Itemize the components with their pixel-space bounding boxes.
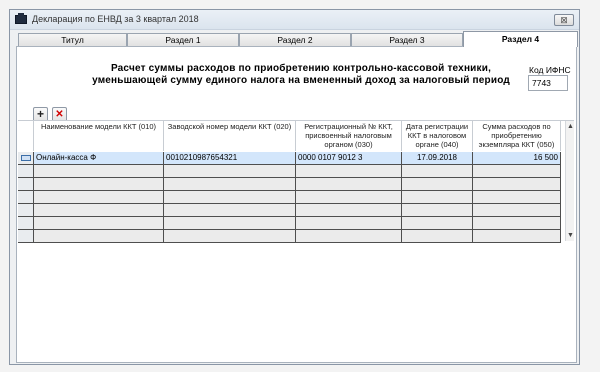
empty-cell[interactable] bbox=[296, 178, 402, 190]
table-header: Наименование модели ККТ (010) Заводской … bbox=[18, 121, 561, 151]
empty-row[interactable] bbox=[18, 230, 561, 243]
row-indicator[interactable] bbox=[18, 152, 34, 164]
empty-cell[interactable] bbox=[473, 165, 561, 177]
empty-cell[interactable] bbox=[34, 217, 164, 229]
app-icon bbox=[15, 13, 27, 24]
row-indicator[interactable] bbox=[18, 204, 34, 216]
empty-cell[interactable] bbox=[402, 178, 473, 190]
empty-cell[interactable] bbox=[473, 217, 561, 229]
empty-cell[interactable] bbox=[34, 230, 164, 242]
header-registration-date: Дата регистрации ККТ в налоговом органе … bbox=[402, 121, 473, 151]
empty-cell[interactable] bbox=[34, 165, 164, 177]
row-indicator[interactable] bbox=[18, 191, 34, 203]
header-serial-number: Заводской номер модели ККТ (020) bbox=[164, 121, 296, 151]
empty-cell[interactable] bbox=[296, 204, 402, 216]
header-indicator bbox=[18, 121, 34, 151]
tab-section-4[interactable]: Раздел 4 bbox=[463, 31, 578, 47]
section-heading: Расчет суммы расходов по приобретению ко… bbox=[71, 63, 531, 87]
row-indicator[interactable] bbox=[18, 217, 34, 229]
ifns-code-label: Код ИФНС bbox=[529, 65, 571, 75]
tab-section-3[interactable]: Раздел 3 bbox=[351, 33, 463, 46]
empty-cell[interactable] bbox=[473, 230, 561, 242]
empty-row[interactable] bbox=[18, 217, 561, 230]
empty-cell[interactable] bbox=[296, 217, 402, 229]
tab-section-1[interactable]: Раздел 1 bbox=[127, 33, 239, 46]
scroll-up-arrow-icon[interactable]: ▲ bbox=[566, 122, 575, 131]
tab-strip: Титул Раздел 1 Раздел 2 Раздел 3 Раздел … bbox=[16, 31, 579, 47]
cell-registration-date[interactable]: 17.09.2018 bbox=[402, 152, 473, 164]
tab-section-2[interactable]: Раздел 2 bbox=[239, 33, 351, 46]
cell-registration-number[interactable]: 0000 0107 9012 3 bbox=[296, 152, 402, 164]
empty-cell[interactable] bbox=[402, 204, 473, 216]
empty-cell[interactable] bbox=[402, 217, 473, 229]
empty-cell[interactable] bbox=[473, 191, 561, 203]
empty-cell[interactable] bbox=[34, 204, 164, 216]
vertical-scrollbar[interactable]: ▲ ▼ bbox=[565, 121, 574, 241]
heading-line-1: Расчет суммы расходов по приобретению ко… bbox=[110, 63, 492, 74]
heading-line-2: уменьшающей сумму единого налога на вмен… bbox=[92, 75, 510, 86]
header-expense-amount: Сумма расходов по приобретению экземпляр… bbox=[473, 121, 561, 151]
cell-model-name[interactable]: Онлайн-касса Ф bbox=[34, 152, 164, 164]
empty-cell[interactable] bbox=[164, 230, 296, 242]
empty-cell[interactable] bbox=[164, 217, 296, 229]
empty-cell[interactable] bbox=[296, 191, 402, 203]
title-bar: Декларация по ЕНВД за 3 квартал 2018 ⊠ bbox=[10, 10, 579, 30]
scroll-down-arrow-icon[interactable]: ▼ bbox=[566, 231, 575, 240]
ifns-code-field[interactable]: 7743 bbox=[528, 75, 568, 91]
kkt-table: Наименование модели ККТ (010) Заводской … bbox=[18, 120, 574, 243]
row-indicator[interactable] bbox=[18, 230, 34, 242]
empty-cell[interactable] bbox=[34, 178, 164, 190]
empty-cell[interactable] bbox=[473, 204, 561, 216]
empty-cell[interactable] bbox=[164, 204, 296, 216]
empty-cell[interactable] bbox=[296, 230, 402, 242]
table-row[interactable]: Онлайн-касса Ф 0010210987654321 0000 010… bbox=[18, 152, 561, 165]
empty-cell[interactable] bbox=[296, 165, 402, 177]
empty-cell[interactable] bbox=[402, 191, 473, 203]
empty-cell[interactable] bbox=[473, 178, 561, 190]
header-model-name: Наименование модели ККТ (010) bbox=[34, 121, 164, 151]
empty-row[interactable] bbox=[18, 178, 561, 191]
close-button[interactable]: ⊠ bbox=[554, 14, 574, 26]
cell-expense-amount[interactable]: 16 500 bbox=[473, 152, 561, 164]
tab-titul[interactable]: Титул bbox=[18, 33, 127, 46]
row-indicator[interactable] bbox=[18, 178, 34, 190]
row-indicator[interactable] bbox=[18, 165, 34, 177]
empty-row[interactable] bbox=[18, 191, 561, 204]
empty-cell[interactable] bbox=[402, 230, 473, 242]
empty-row[interactable] bbox=[18, 165, 561, 178]
empty-cell[interactable] bbox=[164, 165, 296, 177]
empty-cell[interactable] bbox=[402, 165, 473, 177]
empty-cell[interactable] bbox=[164, 178, 296, 190]
header-registration-number: Регистрационный № ККТ, присвоенный налог… bbox=[296, 121, 402, 151]
empty-cell[interactable] bbox=[164, 191, 296, 203]
empty-cell[interactable] bbox=[34, 191, 164, 203]
empty-row[interactable] bbox=[18, 204, 561, 217]
row-pointer-icon bbox=[21, 155, 31, 161]
window-title: Декларация по ЕНВД за 3 квартал 2018 bbox=[32, 14, 199, 24]
cell-serial-number[interactable]: 0010210987654321 bbox=[164, 152, 296, 164]
